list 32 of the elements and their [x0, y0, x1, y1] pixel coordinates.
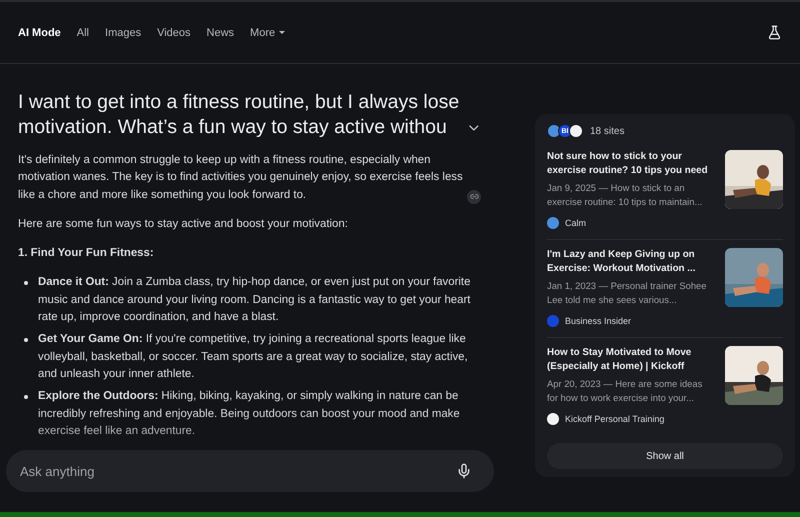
microphone-icon[interactable]	[456, 463, 472, 479]
source-title-link[interactable]: I'm Lazy and Keep Giving up on Exercise: Workout Motivation ...	[547, 248, 715, 276]
bullet-dot	[24, 281, 28, 286]
site-name: Business Insider	[565, 316, 632, 326]
nav-tab[interactable]: Images	[105, 26, 142, 38]
bullet-dot	[24, 338, 28, 342]
bullet-text: Explore the Outdoors: Hiking, biking, kayaking, or simply walking in nature can be incredibly refreshing and enjoyable. Being outdoors can boost your mood and make exercise feel like an adventure.	[38, 389, 461, 439]
lead-paragraph: Here are some fun ways to stay active and boost your motivation:	[18, 216, 349, 232]
link-icon[interactable]	[467, 190, 481, 204]
site-name: Calm	[565, 218, 586, 228]
flask-icon[interactable]	[767, 25, 782, 40]
source-title-link[interactable]: Not sure how to stick to your exercise routine? 10 tips you need	[547, 150, 715, 178]
nav-tab[interactable]: News	[206, 26, 234, 38]
site-count: 18 sites	[590, 126, 624, 136]
nav-tab[interactable]: Videos	[157, 26, 191, 38]
source-snippet: Apr 20, 2023 — Here are some ideas for how to work exercise into your...	[547, 377, 704, 404]
question-heading: I want to get into a fitness routine, but I always lose motivation. What’s a fun way to stay active withou	[18, 90, 460, 140]
nav-tab[interactable]: AI Mode	[18, 26, 61, 38]
bullet-dot	[24, 395, 28, 400]
more-menu[interactable]: More	[250, 26, 286, 38]
intro-paragraph: It's definitely a common struggle to keep up with a fitness routine, especially when motivation wanes. The key is to find activities you genuinely enjoy, so exercise feels less like a chore and more like something you look forward to.	[18, 153, 463, 203]
source-snippet: Jan 1, 2023 — Personal trainer Sohee Lee told me she sees various...	[547, 279, 708, 306]
show-all-button[interactable]: Show all	[547, 443, 783, 469]
source-title-link[interactable]: How to Stay Motivated to Move (Especially at Home) | Kickoff	[547, 346, 715, 374]
search-field[interactable]: Ask anything	[18, 462, 456, 480]
site-name: Kickoff Personal Training	[565, 414, 664, 424]
source-snippet: Jan 9, 2025 — How to stick to an exercise routine: 10 tips to maintain...	[547, 181, 704, 208]
bullet-text: Dance it Out: Join a Zumba class, try hip-hop dance, or even just put on your favorite music and dance around your living room. Dancing is a fantastic way to get your heart rate up, improve coordination, and have a blast.	[38, 275, 472, 326]
search-bar[interactable]: Ask anything	[6, 450, 494, 492]
bullet-text: Get Your Game On: If you're competitive, try joining a recreational sports league like volleyball, basketball, or soccer. Team sports are a great way to socialize, stay active, and unleash your inner athlete.	[38, 332, 469, 382]
nav-tab[interactable]: All	[76, 26, 90, 38]
section-heading: 1. Find Your Fun Fitness:	[18, 246, 155, 262]
